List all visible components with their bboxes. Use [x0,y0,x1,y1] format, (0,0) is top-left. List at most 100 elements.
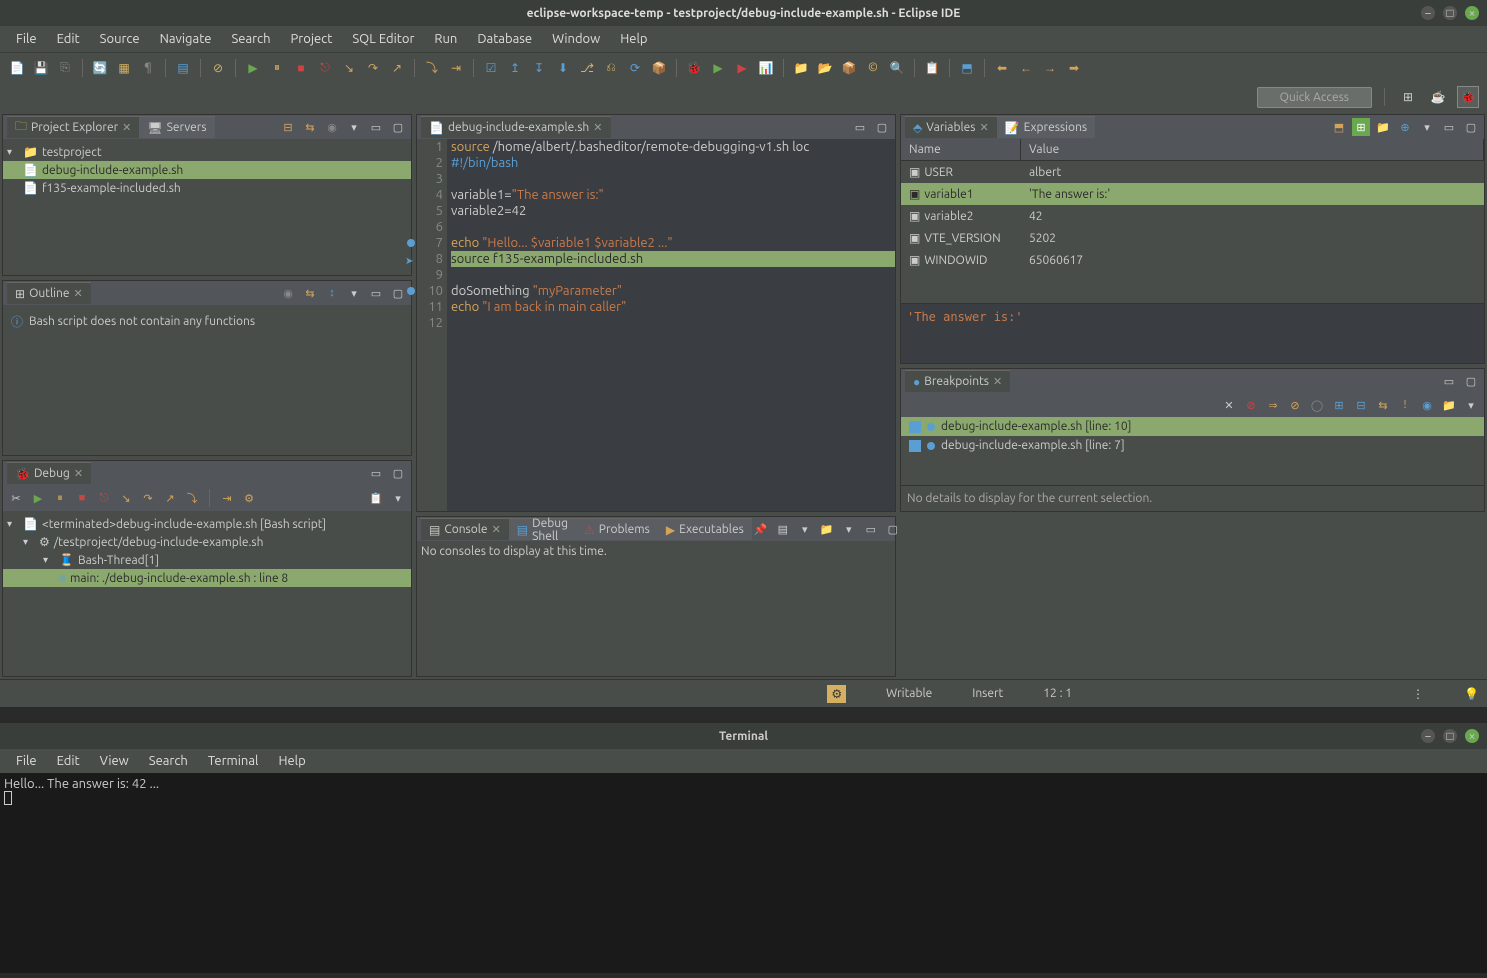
minimize-icon[interactable]: ▭ [367,118,385,136]
build-icon[interactable]: ▦ [113,57,135,79]
remove-all-icon[interactable]: ⊘ [1242,396,1260,414]
view-menu-icon[interactable]: ▾ [389,489,407,507]
dropdown-icon[interactable]: ▾ [796,520,814,538]
debug-last-icon[interactable]: 📋 [367,489,385,507]
menu-navigate[interactable]: Navigate [152,28,220,50]
menu-file[interactable]: File [8,28,45,50]
close-icon[interactable]: ✕ [74,467,83,480]
focus-task-icon[interactable]: ◉ [323,118,341,136]
maximize-icon[interactable]: ▢ [873,118,891,136]
terminal-close-button[interactable]: × [1465,729,1479,743]
link-editor-icon[interactable]: ⇆ [301,118,319,136]
display-icon[interactable]: ▤ [774,520,792,538]
quick-access-field[interactable]: Quick Access [1257,87,1372,108]
view-menu-icon[interactable]: ▾ [345,118,363,136]
step-over-icon[interactable]: ↷ [139,489,157,507]
view-menu-icon[interactable]: ▾ [1462,396,1480,414]
open-task-icon[interactable]: 📋 [921,57,943,79]
chevron-down-icon[interactable]: ▾ [23,536,35,548]
project-node[interactable]: ▾ 📁 testproject [3,143,411,161]
close-icon[interactable]: ✕ [979,121,988,134]
terminate-icon[interactable]: ■ [290,57,312,79]
menu-source[interactable]: Source [92,28,148,50]
menu-project[interactable]: Project [283,28,341,50]
maximize-button[interactable]: □ [1443,6,1457,20]
expand-icon[interactable]: ⊞ [1330,396,1348,414]
step-return-icon[interactable]: ↗ [161,489,179,507]
breakpoint-marker-icon[interactable] [407,287,415,295]
script-icon[interactable]: ▤ [172,57,194,79]
term-menu-terminal[interactable]: Terminal [200,750,267,772]
remove-terminated-icon[interactable]: ✂ [7,489,25,507]
forward-history-icon[interactable]: ➡ [1063,57,1085,79]
debug-frame-node[interactable]: ≡ main: ./debug-include-example.sh : lin… [3,569,411,587]
menu-help[interactable]: Help [612,28,655,50]
term-menu-view[interactable]: View [92,750,137,772]
merge-icon[interactable]: ⎌ [600,57,622,79]
profile-icon[interactable]: 📊 [755,57,777,79]
expressions-tab[interactable]: 📝 Expressions [997,116,1095,138]
new-package-icon[interactable]: 📦 [838,57,860,79]
step-filters-icon[interactable]: ⇥ [445,57,467,79]
debug-shell-tab[interactable]: ▤ Debug Shell [509,518,576,540]
disconnect-icon[interactable]: ⎋ [95,489,113,507]
minimize-icon[interactable]: ▭ [1440,118,1458,136]
maximize-icon[interactable]: ▢ [389,118,407,136]
add-icon[interactable]: ⊕ [1396,118,1414,136]
problems-tab[interactable]: ⚠ Problems [576,518,658,540]
editor-tab[interactable]: 📄 debug-include-example.sh ✕ [421,116,611,138]
collapse-icon[interactable]: 📁 [1374,118,1392,136]
rebase-icon[interactable]: ⟳ [624,57,646,79]
status-menu-icon[interactable]: ⋮ [1412,687,1424,701]
breakpoint-row[interactable]: debug-include-example.sh [line: 10] [901,417,1484,436]
maximize-icon[interactable]: ▢ [389,464,407,482]
minimize-icon[interactable]: ▭ [862,520,880,538]
sync-icon[interactable]: ↕ [323,284,341,302]
code-editor[interactable]: 1 2 3 4 5 6 7 ➤8 9 10 11 12 source /home… [417,139,895,511]
variable-detail[interactable]: 'The answer is:' [901,303,1484,363]
goto-icon[interactable]: ⇒ [1264,396,1282,414]
step-filters-icon[interactable]: ⇥ [218,489,236,507]
outline-tab[interactable]: ⊞ Outline ✕ [7,282,91,304]
open-perspective-icon[interactable]: ⊞ [1397,86,1419,108]
tip-icon[interactable]: 💡 [1464,687,1479,701]
forward-icon[interactable]: → [1039,57,1061,79]
run-icon[interactable]: ▶ [707,57,729,79]
push-icon[interactable]: ↥ [504,57,526,79]
debug-terminated-node[interactable]: ▾ 📄 <terminated>debug-include-example.sh… [3,515,411,533]
variable-row[interactable]: ▣WINDOWID 65060617 [901,249,1484,271]
focus-icon[interactable]: ◉ [279,284,297,302]
stash-icon[interactable]: 📦 [648,57,670,79]
term-menu-help[interactable]: Help [270,750,313,772]
para-icon[interactable]: ¶ [137,57,159,79]
collapse-icon[interactable]: ⊟ [1352,396,1370,414]
new-class-icon[interactable]: © [862,57,884,79]
chevron-down-icon[interactable]: ▾ [7,146,19,158]
console-tab[interactable]: ▤ Console ✕ [421,518,509,540]
dropdown-icon[interactable]: ▾ [840,520,858,538]
breakpoint-row[interactable]: debug-include-example.sh [line: 7] [901,436,1484,455]
variable-row[interactable]: ▣VTE_VERSION 5202 [901,227,1484,249]
step-return-icon[interactable]: ↗ [386,57,408,79]
skip-all-icon[interactable]: ⊘ [1286,396,1304,414]
menu-edit[interactable]: Edit [49,28,88,50]
save-all-icon[interactable]: ⎘ [54,57,76,79]
menu-database[interactable]: Database [469,28,540,50]
search-icon[interactable]: 🔍 [886,57,908,79]
menu-window[interactable]: Window [544,28,608,50]
terminal-maximize-button[interactable]: □ [1443,729,1457,743]
commit-icon[interactable]: ☑ [480,57,502,79]
java-perspective-icon[interactable]: ☕ [1427,86,1449,108]
show-logical-icon[interactable]: ⊞ [1352,118,1370,136]
drop-frame-icon[interactable]: ⤵ [183,489,201,507]
status-smart-insert-icon[interactable]: ⚙ [827,685,846,703]
view-menu-icon[interactable]: ▾ [345,284,363,302]
group-icon[interactable]: 📁 [1440,396,1458,414]
save-icon[interactable]: 💾 [30,57,52,79]
ext-run-icon[interactable]: ▶ [731,57,753,79]
maximize-icon[interactable]: ▢ [389,284,407,302]
minimize-icon[interactable]: ▭ [367,284,385,302]
skip-bp-icon[interactable]: ⊘ [207,57,229,79]
pin-icon[interactable]: 📌 [752,520,770,538]
debug-perspective-icon[interactable]: 🐞 [1457,86,1479,108]
